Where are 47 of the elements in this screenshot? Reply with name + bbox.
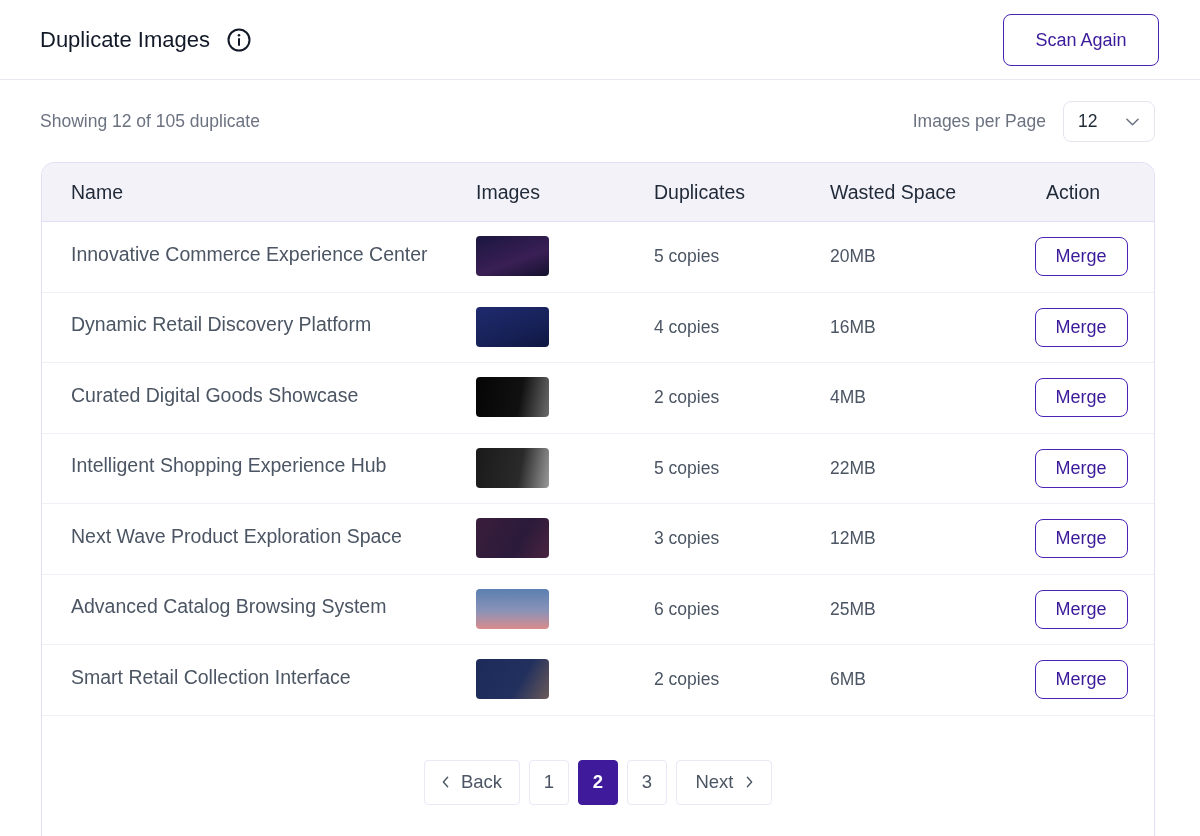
table-cell-text: 20MB <box>830 246 877 268</box>
page-button[interactable]: 3 <box>627 759 667 805</box>
table-cell-text: 4MB <box>830 387 867 409</box>
chevron-left-icon <box>441 776 449 788</box>
per-page-label: Images per Page <box>912 111 1046 132</box>
merge-button[interactable]: Merge <box>1034 237 1128 277</box>
table-cell-text: 22MB <box>830 457 877 479</box>
per-page-select[interactable]: 12 <box>1063 101 1155 142</box>
page-button[interactable]: 1 <box>529 759 569 805</box>
table-cell-text: Intelligent Shopping Experience Hub <box>71 454 388 478</box>
results-summary: Showing 12 of 105 duplicate <box>40 111 260 132</box>
table-cell-text: Dynamic Retail Discovery Platform <box>71 313 373 337</box>
table-cell-text: Next Wave Product Exploration Space <box>71 524 403 548</box>
merge-button[interactable]: Merge <box>1034 519 1128 559</box>
merge-button[interactable]: Merge <box>1034 448 1128 488</box>
table-cell-text: 5 copies <box>654 457 721 479</box>
column-header: Name <box>71 180 125 204</box>
page-button[interactable]: 2 <box>578 759 618 805</box>
column-header: Wasted Space <box>830 180 958 204</box>
column-header: Action <box>1044 180 1102 204</box>
merge-button[interactable]: Merge <box>1034 660 1128 700</box>
back-button[interactable]: Back <box>424 759 520 805</box>
table-cell-text: 3 copies <box>654 528 721 550</box>
table-cell-text: 2 copies <box>654 669 721 691</box>
next-button[interactable]: Next <box>676 759 772 805</box>
chevron-right-icon <box>745 776 753 788</box>
table-cell-text: 25MB <box>830 598 877 620</box>
table-cell-text: 12MB <box>830 528 877 550</box>
table-cell-text: 2 copies <box>654 387 721 409</box>
merge-button[interactable]: Merge <box>1034 378 1128 418</box>
column-header: Duplicates <box>654 180 747 204</box>
merge-button[interactable]: Merge <box>1034 589 1128 629</box>
page-title: Duplicate Images <box>40 26 210 53</box>
column-header: Images <box>476 180 541 204</box>
info-icon[interactable] <box>227 27 251 52</box>
merge-button[interactable]: Merge <box>1034 307 1128 347</box>
table-cell-text: 4 copies <box>654 316 721 338</box>
table-cell-text: 6 copies <box>654 598 721 620</box>
table-cell-text: Advanced Catalog Browsing System <box>71 595 388 619</box>
table-cell-text: Innovative Commerce Experience Center <box>71 242 429 266</box>
table-cell-text: Curated Digital Goods Showcase <box>71 383 360 407</box>
table-cell-text: 5 copies <box>654 246 721 268</box>
chevron-down-icon <box>1126 117 1139 126</box>
table-cell-text: 16MB <box>830 316 877 338</box>
table-cell-text: Smart Retail Collection Interface <box>71 665 352 689</box>
table-cell-text: 6MB <box>830 669 867 691</box>
scan-again-button[interactable]: Scan Again <box>1003 14 1159 66</box>
